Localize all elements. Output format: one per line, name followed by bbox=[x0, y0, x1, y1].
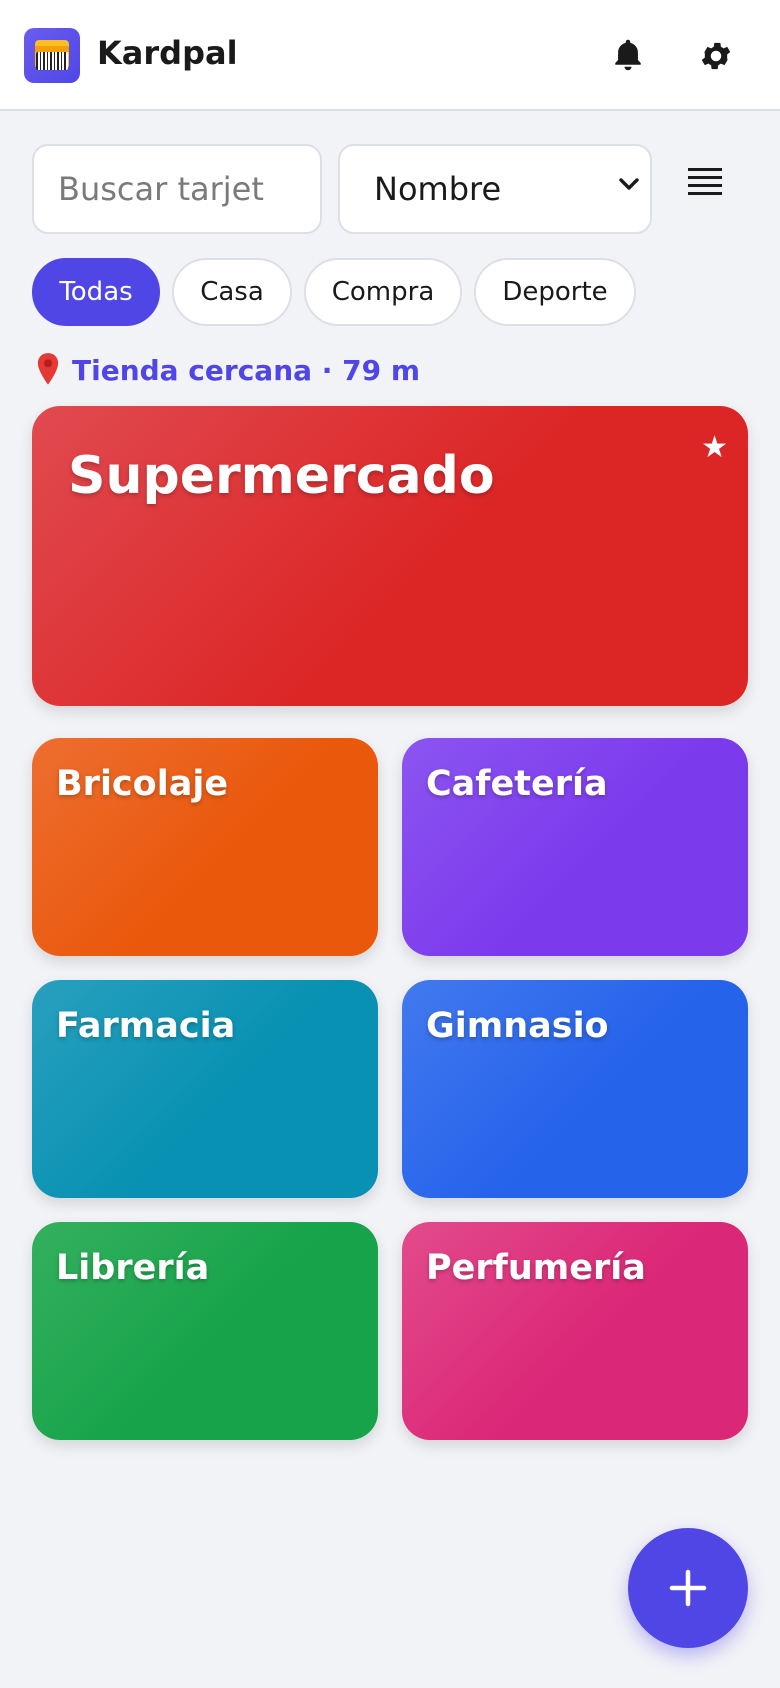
add-card-button[interactable] bbox=[628, 1528, 748, 1648]
pin-icon bbox=[37, 353, 59, 385]
gear-icon bbox=[701, 42, 731, 70]
notifications-button[interactable] bbox=[608, 36, 648, 76]
card-cafeteria[interactable]: Cafetería bbox=[402, 738, 748, 956]
plus-icon bbox=[669, 1569, 707, 1607]
chip-todas[interactable]: Todas bbox=[32, 258, 160, 326]
card-perfumeria[interactable]: Perfumería bbox=[402, 1222, 748, 1440]
card-name: Perfumería bbox=[426, 1248, 646, 1288]
nearby-store-label: Tienda cercana · 79 m bbox=[72, 353, 421, 387]
chevron-down-icon bbox=[619, 178, 639, 190]
card-name: Supermercado bbox=[68, 446, 495, 506]
card-farmacia[interactable]: Farmacia bbox=[32, 980, 378, 1198]
card-supermercado[interactable]: Supermercado ★ bbox=[32, 406, 748, 706]
chip-compra[interactable]: Compra bbox=[304, 258, 462, 326]
card-name: Cafetería bbox=[426, 764, 608, 804]
list-icon bbox=[688, 168, 728, 195]
star-icon[interactable]: ★ bbox=[701, 430, 728, 465]
chip-label: Deporte bbox=[502, 277, 608, 307]
card-name: Librería bbox=[56, 1248, 210, 1288]
chip-label: Todas bbox=[59, 277, 133, 307]
settings-button[interactable] bbox=[696, 36, 736, 76]
card-gimnasio[interactable]: Gimnasio bbox=[402, 980, 748, 1198]
nearby-store[interactable]: Tienda cercana · 79 m bbox=[34, 352, 420, 388]
chip-deporte[interactable]: Deporte bbox=[474, 258, 636, 326]
list-view-toggle[interactable] bbox=[688, 168, 728, 204]
search-input[interactable] bbox=[32, 144, 322, 234]
app-title: Kardpal bbox=[97, 34, 238, 72]
chip-label: Compra bbox=[331, 277, 435, 307]
card-libreria[interactable]: Librería bbox=[32, 1222, 378, 1440]
card-name: Gimnasio bbox=[426, 1006, 609, 1046]
app-logo-icon bbox=[24, 28, 80, 83]
chip-casa[interactable]: Casa bbox=[172, 258, 292, 326]
top-app-bar: Kardpal bbox=[0, 0, 780, 111]
card-name: Farmacia bbox=[56, 1006, 236, 1046]
card-name: Bricolaje bbox=[56, 764, 229, 804]
chip-label: Casa bbox=[200, 277, 264, 307]
card-bricolaje[interactable]: Bricolaje bbox=[32, 738, 378, 956]
bell-icon bbox=[615, 39, 641, 71]
sort-select[interactable]: Nombre bbox=[338, 144, 652, 234]
sort-selected-value: Nombre bbox=[374, 170, 502, 208]
